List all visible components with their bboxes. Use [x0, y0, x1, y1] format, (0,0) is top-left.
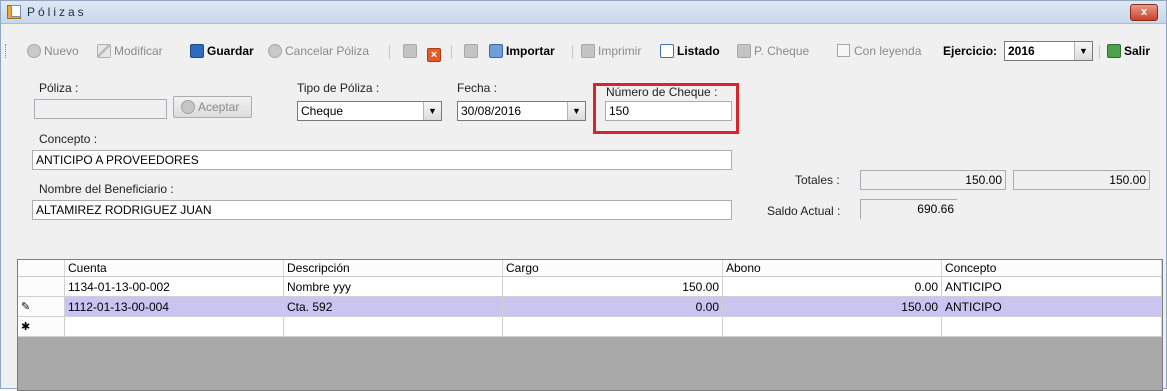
cell-cuenta[interactable]	[65, 317, 284, 337]
column-header-descripcion[interactable]: Descripción	[284, 260, 503, 277]
export-icon	[403, 44, 417, 58]
poliza-field[interactable]	[34, 99, 167, 119]
column-header-abono[interactable]: Abono	[723, 260, 942, 277]
printer-icon	[581, 44, 595, 58]
listado-button[interactable]: Listado	[660, 43, 720, 59]
poliza-label: Póliza :	[39, 81, 79, 95]
cheque-highlight-box	[593, 83, 739, 134]
ejercicio-label: Ejercicio:	[943, 44, 998, 58]
beneficiario-field[interactable]: ALTAMIREZ RODRIGUEZ JUAN	[32, 200, 732, 220]
cell-descripcion[interactable]	[284, 317, 503, 337]
cell-concepto[interactable]: ANTICIPO	[942, 297, 1162, 317]
ejercicio-select[interactable]: 2016 ▼	[1004, 41, 1093, 61]
cell-abono[interactable]: 0.00	[723, 277, 942, 297]
guardar-button[interactable]: Guardar	[190, 43, 254, 59]
cell-abono[interactable]: 150.00	[723, 297, 942, 317]
table-row[interactable]: 1134-01-13-00-002 Nombre yyy 150.00 0.00…	[18, 277, 1162, 297]
cancelar-poliza-button[interactable]: Cancelar Póliza	[268, 43, 369, 59]
column-header-cargo[interactable]: Cargo	[503, 260, 723, 277]
cell-concepto[interactable]	[942, 317, 1162, 337]
concepto-label: Concepto :	[39, 132, 98, 146]
list-document-icon	[660, 44, 674, 58]
cell-cargo[interactable]: 150.00	[503, 277, 723, 297]
cell-cuenta[interactable]: 1134-01-13-00-002	[65, 277, 284, 297]
edit-icon	[97, 44, 111, 58]
tipo-poliza-select[interactable]: Cheque ▼	[297, 101, 442, 121]
chevron-down-icon[interactable]: ▼	[567, 102, 585, 120]
cancel-icon	[268, 44, 282, 58]
polizas-window: Pólizas x Nuevo Modificar Guardar Cancel…	[0, 0, 1167, 391]
fecha-picker[interactable]: 30/08/2016 ▼	[457, 101, 586, 121]
p-cheque-button[interactable]: P. Cheque	[737, 43, 809, 59]
imprimir-button[interactable]: Imprimir	[581, 43, 641, 59]
chevron-down-icon[interactable]: ▼	[423, 102, 441, 120]
chevron-down-icon[interactable]: ▼	[1074, 42, 1092, 60]
con-leyenda-checkbox[interactable]: Con leyenda	[837, 43, 921, 59]
aceptar-button[interactable]: Aceptar	[173, 96, 252, 118]
saldo-actual-label: Saldo Actual :	[767, 204, 841, 218]
tipo-poliza-label: Tipo de Póliza :	[297, 81, 380, 95]
toolbar: Nuevo Modificar Guardar Cancelar Póliza …	[1, 36, 1166, 64]
search-button[interactable]	[464, 43, 481, 59]
title-bar: Pólizas x	[1, 1, 1166, 24]
toolbar-separator	[451, 45, 452, 59]
row-indicator[interactable]	[18, 277, 65, 297]
saldo-actual-value: 690.66	[860, 199, 957, 219]
total-cargo-field: 150.00	[860, 170, 1006, 190]
table-row-new[interactable]: ✱	[18, 317, 1162, 337]
nuevo-button[interactable]: Nuevo	[27, 43, 79, 59]
binoculars-icon	[464, 44, 478, 58]
cell-descripcion[interactable]: Cta. 592	[284, 297, 503, 317]
checkbox-icon	[837, 44, 850, 57]
table-row-selected[interactable]: ✎ 1112-01-13-00-004 Cta. 592 0.00 150.00…	[18, 297, 1162, 317]
cell-cargo[interactable]	[503, 317, 723, 337]
toolbar-separator	[1099, 45, 1100, 59]
total-abono-field: 150.00	[1013, 170, 1150, 190]
delete-button[interactable]: ×	[427, 43, 444, 62]
cell-abono[interactable]	[723, 317, 942, 337]
printer-icon	[737, 44, 751, 58]
toolbar-separator	[572, 45, 573, 59]
pencil-icon[interactable]: ✎	[18, 297, 65, 317]
cell-concepto[interactable]: ANTICIPO	[942, 277, 1162, 297]
toolbar-grip[interactable]	[5, 44, 9, 58]
fecha-label: Fecha :	[457, 81, 498, 95]
app-document-icon	[7, 5, 21, 19]
import-icon	[489, 44, 503, 58]
new-row-asterisk-icon[interactable]: ✱	[18, 317, 65, 337]
cell-descripcion[interactable]: Nombre yyy	[284, 277, 503, 297]
exit-door-icon	[1107, 44, 1121, 58]
new-icon	[27, 44, 41, 58]
save-icon	[190, 44, 204, 58]
modificar-button[interactable]: Modificar	[97, 43, 163, 59]
totales-label: Totales :	[795, 173, 840, 187]
export-button[interactable]	[403, 43, 420, 59]
window-title: Pólizas	[27, 5, 87, 19]
toolbar-separator	[389, 45, 390, 59]
beneficiario-label: Nombre del Beneficiario :	[39, 182, 174, 196]
cell-cargo[interactable]: 0.00	[503, 297, 723, 317]
asientos-grid: Cuenta Descripción Cargo Abono Concepto …	[17, 259, 1163, 391]
close-button[interactable]: x	[1130, 4, 1158, 21]
cell-cuenta[interactable]: 1112-01-13-00-004	[65, 297, 284, 317]
importar-button[interactable]: Importar	[489, 43, 555, 59]
concepto-field[interactable]: ANTICIPO A PROVEEDORES	[32, 150, 732, 170]
delete-x-icon: ×	[427, 48, 441, 62]
salir-button[interactable]: Salir	[1107, 43, 1150, 59]
row-header-corner	[18, 260, 65, 277]
check-icon	[181, 100, 195, 114]
column-header-concepto[interactable]: Concepto	[942, 260, 1162, 277]
column-header-cuenta[interactable]: Cuenta	[65, 260, 284, 277]
